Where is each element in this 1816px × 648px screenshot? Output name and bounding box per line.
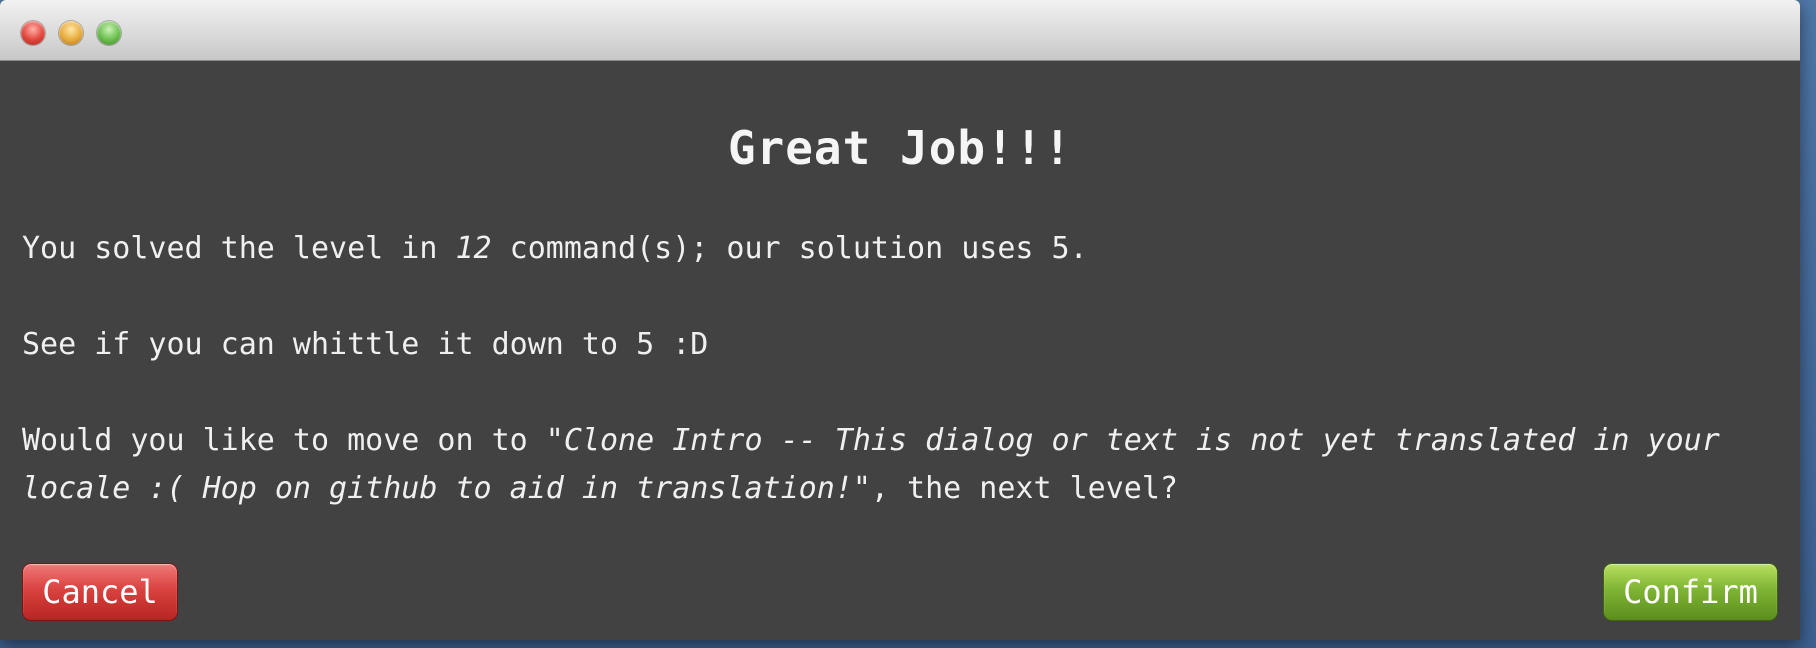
dialog-title: Great Job!!! xyxy=(727,121,1073,175)
next-level-prompt: Would you like to move on to "Clone Intr… xyxy=(22,417,1762,513)
solution-summary: You solved the level in 12 command(s); o… xyxy=(22,225,1762,273)
cancel-button[interactable]: Cancel xyxy=(22,563,178,621)
command-count: 12 xyxy=(455,231,492,266)
summary-suffix: command(s); our solution uses 5. xyxy=(491,231,1088,266)
dialog-content: Great Job!!! You solved the level in 12 … xyxy=(0,61,1800,640)
prompt-suffix: ", the next level? xyxy=(852,471,1178,506)
whittle-hint: See if you can whittle it down to 5 :D xyxy=(22,327,709,362)
window-titlebar xyxy=(0,0,1800,61)
summary-prefix: You solved the level in xyxy=(22,231,456,266)
minimize-window-button[interactable] xyxy=(59,21,83,45)
prompt-prefix: Would you like to move on to " xyxy=(22,423,564,458)
close-window-button[interactable] xyxy=(21,21,45,45)
level-complete-dialog: Great Job!!! You solved the level in 12 … xyxy=(0,0,1800,640)
confirm-button[interactable]: Confirm xyxy=(1603,563,1778,621)
maximize-window-button[interactable] xyxy=(97,21,121,45)
